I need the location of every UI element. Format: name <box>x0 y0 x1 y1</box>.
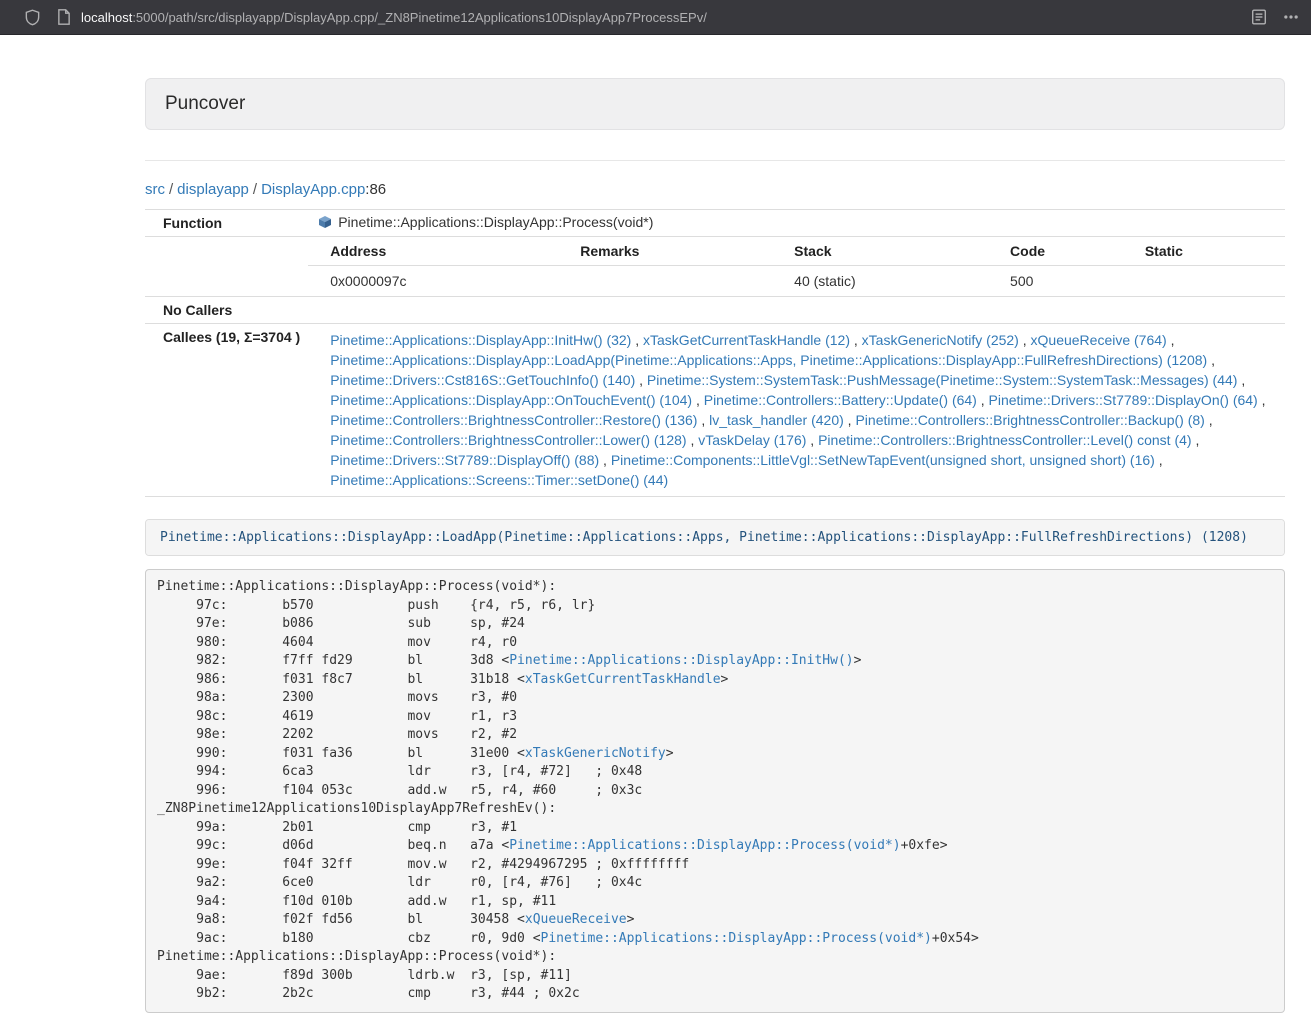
callee-separator: , <box>1207 352 1215 368</box>
callee-link[interactable]: Pinetime::Drivers::St7789::DisplayOn() (… <box>989 392 1258 408</box>
page: { "browser": { "url_host": "localhost", … <box>0 0 1311 998</box>
callee-link[interactable]: Pinetime::Drivers::St7789::DisplayOff() … <box>330 452 599 468</box>
callees-list: Pinetime::Applications::DisplayApp::Init… <box>308 324 1285 497</box>
disassembly-symbol-link[interactable]: Pinetime::Applications::DisplayApp::Proc… <box>509 838 900 853</box>
stats-header-remarks: Remarks <box>558 237 772 266</box>
callee-link[interactable]: Pinetime::Drivers::Cst816S::GetTouchInfo… <box>330 372 635 388</box>
function-row: Function Pinetime::Applications::Display… <box>145 210 1285 237</box>
callee-separator: , <box>631 332 643 348</box>
callee-link[interactable]: xTaskGetCurrentTaskHandle (12) <box>643 332 850 348</box>
callee-separator: , <box>1237 372 1245 388</box>
reader-mode-icon[interactable] <box>1251 9 1267 25</box>
breadcrumb: src/displayapp/DisplayApp.cpp:86 <box>145 181 1285 198</box>
divider <box>145 160 1285 161</box>
stats-header-static: Static <box>1123 237 1285 266</box>
shield-icon[interactable] <box>24 9 41 26</box>
callee-separator: , <box>1192 432 1200 448</box>
function-table: Function Pinetime::Applications::Display… <box>145 209 1285 497</box>
app-header: Puncover <box>145 78 1285 130</box>
url-text: localhost:5000/path/src/displayapp/Displ… <box>81 10 707 25</box>
stats-table: Address Remarks Stack Code Static 0x0000… <box>308 237 1285 296</box>
callee-separator: , <box>692 392 704 408</box>
callee-separator: , <box>697 412 709 428</box>
function-name-cell: Pinetime::Applications::DisplayApp::Proc… <box>308 210 1285 237</box>
callees-row: Callees (19, Σ=3704 ) Pinetime::Applicat… <box>145 324 1285 497</box>
function-row-label: Function <box>145 210 308 237</box>
callee-separator: , <box>1205 412 1213 428</box>
disassembly-symbol-link[interactable]: xQueueReceive <box>525 912 627 927</box>
callee-link[interactable]: Pinetime::Controllers::BrightnessControl… <box>855 412 1204 428</box>
callee-separator: , <box>1258 392 1266 408</box>
breadcrumb-separator: / <box>169 181 173 198</box>
callee-link[interactable]: Pinetime::System::SystemTask::PushMessag… <box>647 372 1238 388</box>
callee-separator: , <box>687 432 699 448</box>
callee-separator: , <box>844 412 856 428</box>
callee-link[interactable]: Pinetime::Applications::DisplayApp::OnTo… <box>330 392 692 408</box>
stats-row: Address Remarks Stack Code Static 0x0000… <box>145 237 1285 297</box>
breadcrumb-link-file[interactable]: DisplayApp.cpp <box>261 181 365 198</box>
callee-link[interactable]: Pinetime::Components::LittleVgl::SetNewT… <box>611 452 1155 468</box>
disassembly-symbol-link[interactable]: xTaskGetCurrentTaskHandle <box>525 672 721 687</box>
page-icon[interactable] <box>57 9 71 25</box>
callee-link[interactable]: vTaskDelay (176) <box>698 432 806 448</box>
callee-link[interactable]: xQueueReceive (764) <box>1031 332 1167 348</box>
callees-label: Callees (19, Σ=3704 ) <box>145 324 308 497</box>
browser-toolbar: localhost:5000/path/src/displayapp/Displ… <box>0 0 1311 35</box>
callee-link[interactable]: lv_task_handler (420) <box>709 412 844 428</box>
content-container: Puncover src/displayapp/DisplayApp.cpp:8… <box>145 78 1285 1013</box>
breadcrumb-separator: / <box>253 181 257 198</box>
url-host: localhost <box>81 10 132 25</box>
stats-cell: Address Remarks Stack Code Static 0x0000… <box>308 237 1285 297</box>
callee-link[interactable]: Pinetime::Applications::DisplayApp::Init… <box>330 332 631 348</box>
callee-link[interactable]: Pinetime::Controllers::BrightnessControl… <box>818 432 1191 448</box>
stats-value-static <box>1123 266 1285 297</box>
function-icon <box>318 215 332 232</box>
disassembly-symbol-link[interactable]: Pinetime::Applications::DisplayApp::Init… <box>509 653 853 668</box>
stats-row-label <box>145 237 308 297</box>
callee-separator: , <box>1167 332 1175 348</box>
stats-value-remarks <box>558 266 772 297</box>
stats-header-stack: Stack <box>772 237 988 266</box>
loadapp-panel-heading[interactable]: Pinetime::Applications::DisplayApp::Load… <box>146 520 1284 555</box>
page-title: Puncover <box>165 93 1265 115</box>
callee-link[interactable]: Pinetime::Controllers::BrightnessControl… <box>330 412 697 428</box>
stats-values-row: 0x0000097c 40 (static) 500 <box>308 266 1285 297</box>
stats-header-row: Address Remarks Stack Code Static <box>308 237 1285 266</box>
url-bar[interactable]: localhost:5000/path/src/displayapp/Displ… <box>57 9 1235 25</box>
callee-separator: , <box>1019 332 1031 348</box>
disassembly-block: Pinetime::Applications::DisplayApp::Proc… <box>145 569 1285 1013</box>
callee-separator: , <box>635 372 647 388</box>
disassembly-symbol-link[interactable]: xTaskGenericNotify <box>525 746 666 761</box>
stats-header-address: Address <box>308 237 558 266</box>
no-callers-label: No Callers <box>145 297 308 324</box>
loadapp-panel: Pinetime::Applications::DisplayApp::Load… <box>145 519 1285 556</box>
callee-link[interactable]: Pinetime::Controllers::BrightnessControl… <box>330 432 686 448</box>
overflow-menu-icon[interactable] <box>1283 9 1299 25</box>
breadcrumb-link-displayapp[interactable]: displayapp <box>177 181 249 198</box>
no-callers-row: No Callers <box>145 297 1285 324</box>
breadcrumb-line-number: :86 <box>365 181 386 198</box>
disassembly-symbol-link[interactable]: Pinetime::Applications::DisplayApp::Proc… <box>541 931 932 946</box>
callee-link[interactable]: Pinetime::Applications::DisplayApp::Load… <box>330 352 1207 368</box>
stats-value-address: 0x0000097c <box>308 266 558 297</box>
url-path: :5000/path/src/displayapp/DisplayApp.cpp… <box>132 10 707 25</box>
no-callers-cell <box>308 297 1285 324</box>
callee-separator: , <box>599 452 611 468</box>
stats-value-stack: 40 (static) <box>772 266 988 297</box>
callee-link[interactable]: Pinetime::Controllers::Battery::Update()… <box>704 392 977 408</box>
stats-value-code: 500 <box>988 266 1123 297</box>
callee-separator: , <box>806 432 818 448</box>
callee-separator: , <box>977 392 989 408</box>
callee-link[interactable]: xTaskGenericNotify (252) <box>862 332 1019 348</box>
stats-header-code: Code <box>988 237 1123 266</box>
callee-separator: , <box>1155 452 1163 468</box>
breadcrumb-link-src[interactable]: src <box>145 181 165 198</box>
callee-separator: , <box>850 332 862 348</box>
function-name: Pinetime::Applications::DisplayApp::Proc… <box>338 214 653 230</box>
callee-link[interactable]: Pinetime::Applications::Screens::Timer::… <box>330 472 668 488</box>
